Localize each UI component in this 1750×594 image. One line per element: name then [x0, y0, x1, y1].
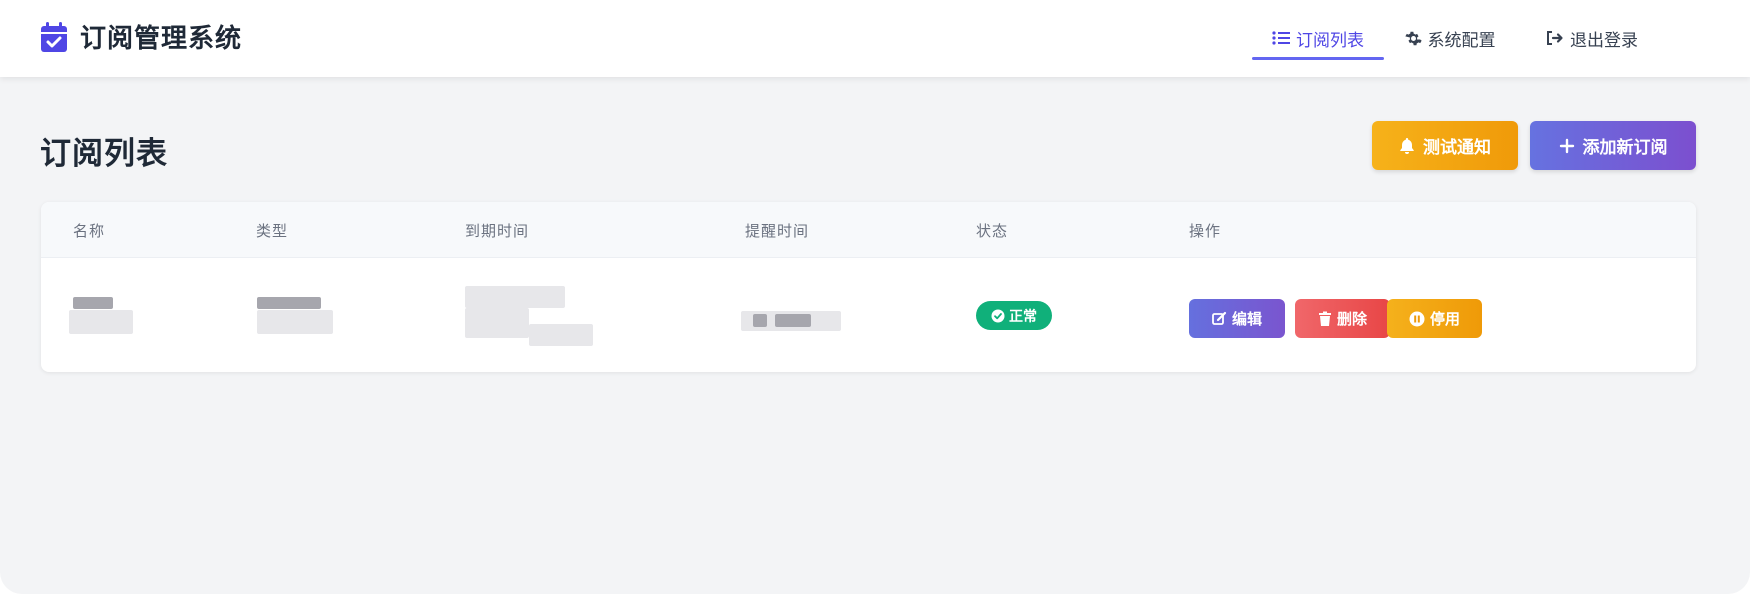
top-navbar: 订阅管理系统 订阅列表 系统配置 退出登录: [0, 0, 1750, 77]
edit-label: 编辑: [1231, 310, 1262, 328]
status-label: 正常: [1009, 308, 1037, 325]
column-header-expiry: 到期时间: [465, 222, 530, 240]
nav-label: 退出登录: [1570, 30, 1638, 51]
app-title: 订阅管理系统: [80, 24, 243, 54]
nav-subscription-list[interactable]: 订阅列表: [1252, 18, 1384, 60]
calendar-check-icon: [41, 21, 67, 52]
disable-button[interactable]: 停用: [1387, 299, 1482, 338]
list-icon: [1272, 31, 1290, 45]
bell-icon: [1400, 137, 1414, 154]
edit-button[interactable]: 编辑: [1189, 299, 1285, 338]
delete-button[interactable]: 删除: [1295, 299, 1390, 338]
delete-label: 删除: [1336, 310, 1367, 328]
add-subscription-label: 添加新订阅: [1582, 138, 1668, 158]
nav-label: 系统配置: [1427, 30, 1496, 51]
trash-icon: [1318, 311, 1331, 326]
logout-icon: [1547, 31, 1563, 45]
column-header-actions: 操作: [1189, 222, 1222, 240]
column-header-name: 名称: [73, 222, 106, 240]
edit-icon: [1212, 311, 1227, 325]
column-header-type: 类型: [256, 222, 289, 240]
add-subscription-button[interactable]: 添加新订阅: [1530, 121, 1696, 170]
column-header-reminder: 提醒时间: [745, 222, 810, 240]
status-badge: 正常: [976, 301, 1052, 330]
page-title: 订阅列表: [40, 136, 168, 172]
test-notification-label: 测试通知: [1423, 138, 1491, 158]
nav-label: 订阅列表: [1296, 30, 1364, 51]
app-window: 订阅管理系统 订阅列表 系统配置 退出登录 订阅列表 测试通知 添加新订阅 名称…: [0, 0, 1750, 594]
nav-logout[interactable]: 退出登录: [1530, 18, 1654, 58]
test-notification-button[interactable]: 测试通知: [1372, 121, 1518, 170]
pause-circle-icon: [1409, 311, 1425, 326]
nav-system-config[interactable]: 系统配置: [1385, 18, 1515, 58]
column-header-status: 状态: [976, 222, 1009, 240]
disable-label: 停用: [1429, 310, 1460, 328]
check-circle-icon: [991, 309, 1005, 322]
subscription-table: 名称 类型 到期时间 提醒时间 状态 操作 正常 编辑 删除 停用: [41, 202, 1696, 372]
plus-icon: [1559, 138, 1574, 153]
gear-icon: [1404, 31, 1422, 45]
brand[interactable]: 订阅管理系统: [40, 18, 242, 55]
table-header: 名称 类型 到期时间 提醒时间 状态 操作: [41, 202, 1696, 258]
